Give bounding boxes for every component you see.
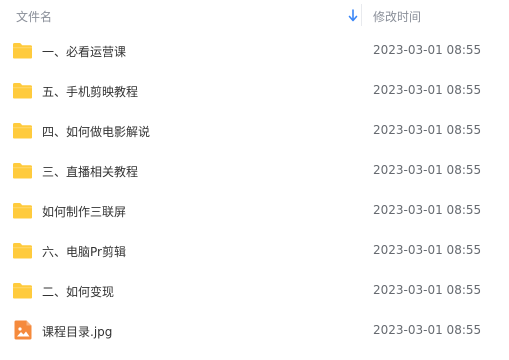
file-rows: 一、必看运营课 2023-03-01 08:55 五、手机剪映教程 2023-03-…: [0, 31, 509, 351]
list-item[interactable]: 五、手机剪映教程 2023-03-01 08:55: [0, 71, 509, 111]
modified-time: 2023-03-01 08:55: [373, 163, 482, 177]
list-item[interactable]: 一、必看运营课 2023-03-01 08:55: [0, 31, 509, 71]
file-name[interactable]: 一、必看运营课: [42, 43, 126, 60]
file-name[interactable]: 三、直播相关教程: [42, 163, 138, 180]
modified-time: 2023-03-01 08:55: [373, 283, 482, 297]
list-header: 文件名 修改时间: [0, 0, 509, 31]
modified-time: 2023-03-01 08:55: [373, 83, 482, 97]
arrow-down-icon[interactable]: [347, 8, 359, 22]
file-name[interactable]: 五、手机剪映教程: [42, 83, 138, 100]
file-name[interactable]: 如何制作三联屏: [42, 203, 126, 220]
column-header-modified[interactable]: 修改时间: [373, 8, 421, 25]
folder-icon: [12, 162, 33, 179]
list-item[interactable]: 六、电脑Pr剪辑 2023-03-01 08:55: [0, 231, 509, 271]
list-item[interactable]: 二、如何变现 2023-03-01 08:55: [0, 271, 509, 311]
list-item[interactable]: 四、如何做电影解说 2023-03-01 08:55: [0, 111, 509, 151]
folder-icon: [12, 202, 33, 219]
folder-icon: [12, 282, 33, 299]
image-file-icon: [13, 320, 34, 340]
file-list: 文件名 修改时间 一、必看运营课 2023-03-01 08:55 五、手机剪映教…: [0, 0, 509, 360]
list-item[interactable]: 三、直播相关教程 2023-03-01 08:55: [0, 151, 509, 191]
column-header-name[interactable]: 文件名: [16, 8, 52, 25]
folder-icon: [12, 122, 33, 139]
folder-icon: [12, 42, 33, 59]
column-divider[interactable]: [361, 4, 362, 26]
folder-icon: [12, 82, 33, 99]
folder-icon: [12, 242, 33, 259]
modified-time: 2023-03-01 08:55: [373, 43, 482, 57]
file-name[interactable]: 课程目录.jpg: [42, 323, 112, 340]
file-name[interactable]: 四、如何做电影解说: [42, 123, 150, 140]
modified-time: 2023-03-01 08:55: [373, 243, 482, 257]
list-item[interactable]: 课程目录.jpg 2023-03-01 08:55: [0, 311, 509, 351]
modified-time: 2023-03-01 08:55: [373, 123, 482, 137]
modified-time: 2023-03-01 08:55: [373, 203, 482, 217]
list-item[interactable]: 如何制作三联屏 2023-03-01 08:55: [0, 191, 509, 231]
file-name[interactable]: 二、如何变现: [42, 283, 114, 300]
modified-time: 2023-03-01 08:55: [373, 323, 482, 337]
file-name[interactable]: 六、电脑Pr剪辑: [42, 243, 126, 260]
